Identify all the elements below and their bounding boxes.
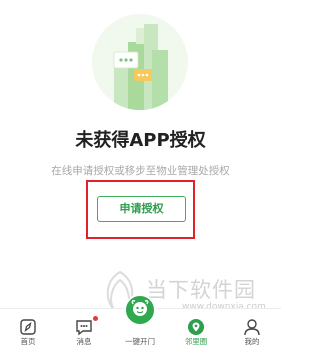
location-icon <box>188 319 204 335</box>
one-click-open-button[interactable] <box>124 294 156 326</box>
watermark-text: 当下软件园 <box>146 278 256 302</box>
tab-label: 我的 <box>244 337 260 346</box>
tab-messages[interactable]: 消息 <box>56 309 112 347</box>
tab-label: 一键开门 <box>125 337 155 346</box>
hero-illustration <box>92 14 188 110</box>
tab-label: 首页 <box>20 337 36 346</box>
tab-home[interactable]: 首页 <box>0 309 56 347</box>
tab-neighborhood[interactable]: 邻里圈 <box>168 309 224 347</box>
tab-label: 消息 <box>76 337 92 346</box>
page-title: 未获得APP授权 <box>75 130 206 151</box>
tab-mine[interactable]: 我的 <box>224 309 280 347</box>
auth-description: 在线申请授权或移步至物业管理处授权 <box>51 165 230 177</box>
tab-label: 邻里圈 <box>184 337 208 346</box>
message-icon <box>76 320 92 336</box>
apply-authorization-button[interactable]: 申请授权 <box>97 196 186 222</box>
door-open-icon <box>131 300 149 316</box>
user-icon <box>244 319 260 336</box>
unread-badge <box>93 316 98 321</box>
compass-icon <box>20 319 36 335</box>
